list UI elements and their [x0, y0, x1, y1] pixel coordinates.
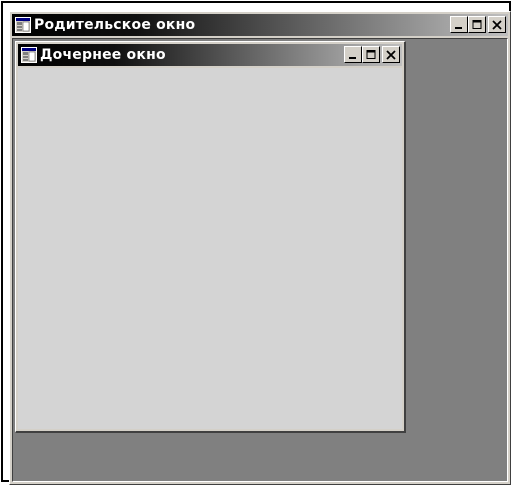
maximize-button[interactable] — [362, 46, 380, 63]
form-icon[interactable] — [21, 47, 37, 63]
child-title-bar[interactable]: Дочернее окно — [18, 44, 402, 66]
parent-window-title: Родительское окно — [34, 17, 196, 33]
child-window: Дочернее окно — [15, 41, 406, 433]
minimize-icon — [455, 26, 462, 29]
maximize-icon — [472, 19, 482, 29]
screenshot-frame: Родительское окно Дочернее окно — [1, 1, 511, 485]
parent-caption-buttons — [450, 16, 506, 33]
close-button[interactable] — [488, 16, 506, 33]
close-icon — [386, 49, 396, 60]
parent-title-bar[interactable]: Родительское окно — [12, 14, 508, 36]
child-client-area[interactable] — [18, 68, 402, 429]
form-icon[interactable] — [15, 17, 31, 33]
mdi-client-area[interactable]: Дочернее окно — [12, 38, 508, 482]
parent-window: Родительское окно Дочернее окно — [9, 11, 511, 485]
minimize-button[interactable] — [344, 46, 362, 63]
child-window-title: Дочернее окно — [40, 47, 166, 63]
child-caption-buttons — [344, 46, 400, 63]
minimize-icon — [349, 56, 356, 59]
minimize-button[interactable] — [450, 16, 468, 33]
close-button[interactable] — [382, 46, 400, 63]
maximize-icon — [366, 49, 376, 59]
maximize-button[interactable] — [468, 16, 486, 33]
close-icon — [492, 19, 502, 30]
